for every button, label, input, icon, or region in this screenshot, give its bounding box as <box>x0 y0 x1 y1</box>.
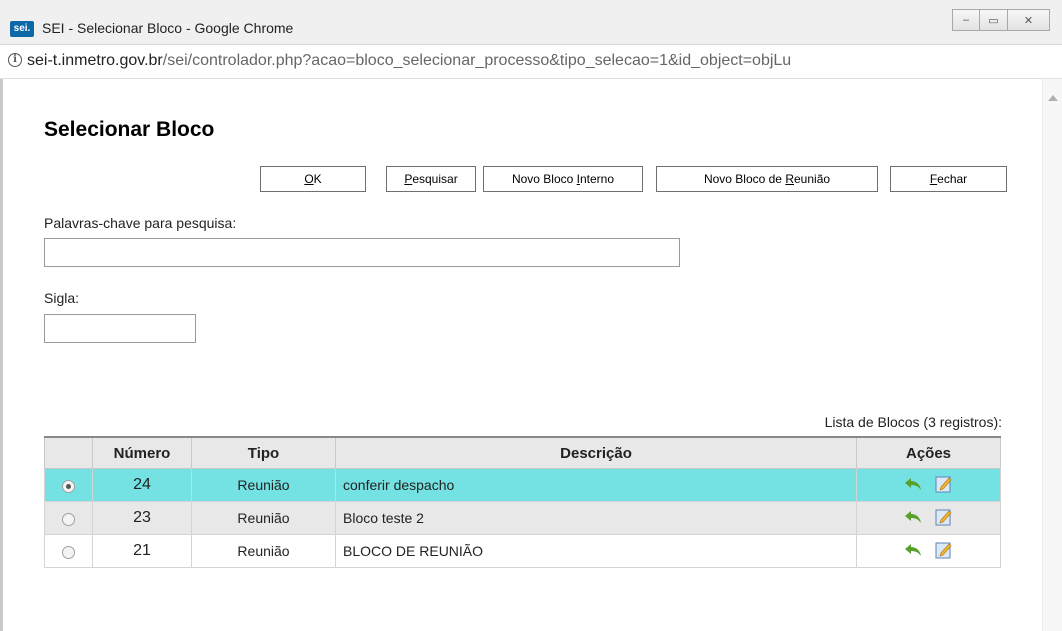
blocos-table: Número Tipo Descrição Ações 24 Reunião c… <box>44 436 1001 568</box>
row-actions <box>856 501 1001 535</box>
row-actions <box>856 534 1001 568</box>
row-numero: 21 <box>92 534 192 568</box>
table-caption: Lista de Blocos (3 registros): <box>824 414 1002 430</box>
row-tipo: Reunião <box>191 534 336 568</box>
table-row[interactable]: 21 Reunião BLOCO DE REUNIÃO <box>44 534 1001 568</box>
sei-logo-icon: sei. <box>10 21 34 37</box>
keywords-label: Palavras-chave para pesquisa: <box>44 215 237 231</box>
window-controls: – ▭ ✕ <box>952 9 1050 33</box>
table-row[interactable]: 24 Reunião conferir despacho <box>44 468 1001 502</box>
row-tipo: Reunião <box>191 468 336 502</box>
minimize-button[interactable]: – <box>952 9 980 31</box>
window-titlebar: sei. SEI - Selecionar Bloco - Google Chr… <box>0 0 1062 45</box>
table-header-row: Número Tipo Descrição Ações <box>44 436 1001 469</box>
url-text[interactable]: sei-t.inmetro.gov.br/sei/controlador.php… <box>27 52 791 70</box>
row-radio[interactable] <box>62 512 75 526</box>
table-row[interactable]: 23 Reunião Bloco teste 2 <box>44 501 1001 535</box>
sigla-input[interactable] <box>44 314 196 343</box>
pesquisar-button[interactable]: Pesquisar <box>386 166 476 192</box>
maximize-button[interactable]: ▭ <box>980 9 1008 31</box>
header-numero[interactable]: Número <box>92 436 192 469</box>
select-arrow-icon[interactable] <box>904 543 922 560</box>
row-descricao: Bloco teste 2 <box>335 501 857 535</box>
edit-pencil-icon[interactable] <box>935 475 953 496</box>
row-radio[interactable] <box>62 479 75 493</box>
ok-accesskey: O <box>304 172 314 186</box>
edit-pencil-icon[interactable] <box>935 508 953 529</box>
row-numero: 23 <box>92 501 192 535</box>
select-arrow-icon[interactable] <box>904 477 922 494</box>
pesquisar-accesskey: P <box>404 172 413 186</box>
url-path: /sei/controlador.php?acao=bloco_selecion… <box>162 52 792 69</box>
novo-bloco-interno-button[interactable]: Novo Bloco Interno <box>483 166 643 192</box>
vertical-scrollbar[interactable] <box>1042 79 1062 631</box>
sigla-label: Sigla: <box>44 290 80 306</box>
row-numero: 24 <box>92 468 192 502</box>
window-left-border <box>0 79 3 631</box>
url-host: sei-t.inmetro.gov.br <box>27 52 163 69</box>
close-window-button[interactable]: ✕ <box>1008 9 1050 31</box>
scroll-up-arrow-icon[interactable] <box>1048 95 1058 101</box>
novo-bloco-reuniao-button[interactable]: Novo Bloco de Reunião <box>656 166 878 192</box>
ok-button[interactable]: OK <box>260 166 366 192</box>
address-bar[interactable]: i sei-t.inmetro.gov.br/sei/controlador.p… <box>0 45 1062 79</box>
fechar-button[interactable]: Fechar <box>890 166 1007 192</box>
select-arrow-icon[interactable] <box>904 510 922 527</box>
row-descricao: conferir despacho <box>335 468 857 502</box>
header-radio <box>44 436 93 469</box>
row-descricao: BLOCO DE REUNIÃO <box>335 534 857 568</box>
page-title: Selecionar Bloco <box>44 118 215 141</box>
row-actions <box>856 468 1001 502</box>
info-icon[interactable]: i <box>8 53 22 67</box>
header-tipo[interactable]: Tipo <box>191 436 336 469</box>
row-tipo: Reunião <box>191 501 336 535</box>
novo-reuniao-accesskey: R <box>785 172 794 186</box>
window-title: SEI - Selecionar Bloco - Google Chrome <box>42 20 294 36</box>
header-descricao[interactable]: Descrição <box>335 436 857 469</box>
row-radio[interactable] <box>62 545 75 559</box>
edit-pencil-icon[interactable] <box>935 541 953 562</box>
header-acoes: Ações <box>856 436 1001 469</box>
fechar-accesskey: F <box>929 172 938 186</box>
keywords-input[interactable] <box>44 238 680 267</box>
